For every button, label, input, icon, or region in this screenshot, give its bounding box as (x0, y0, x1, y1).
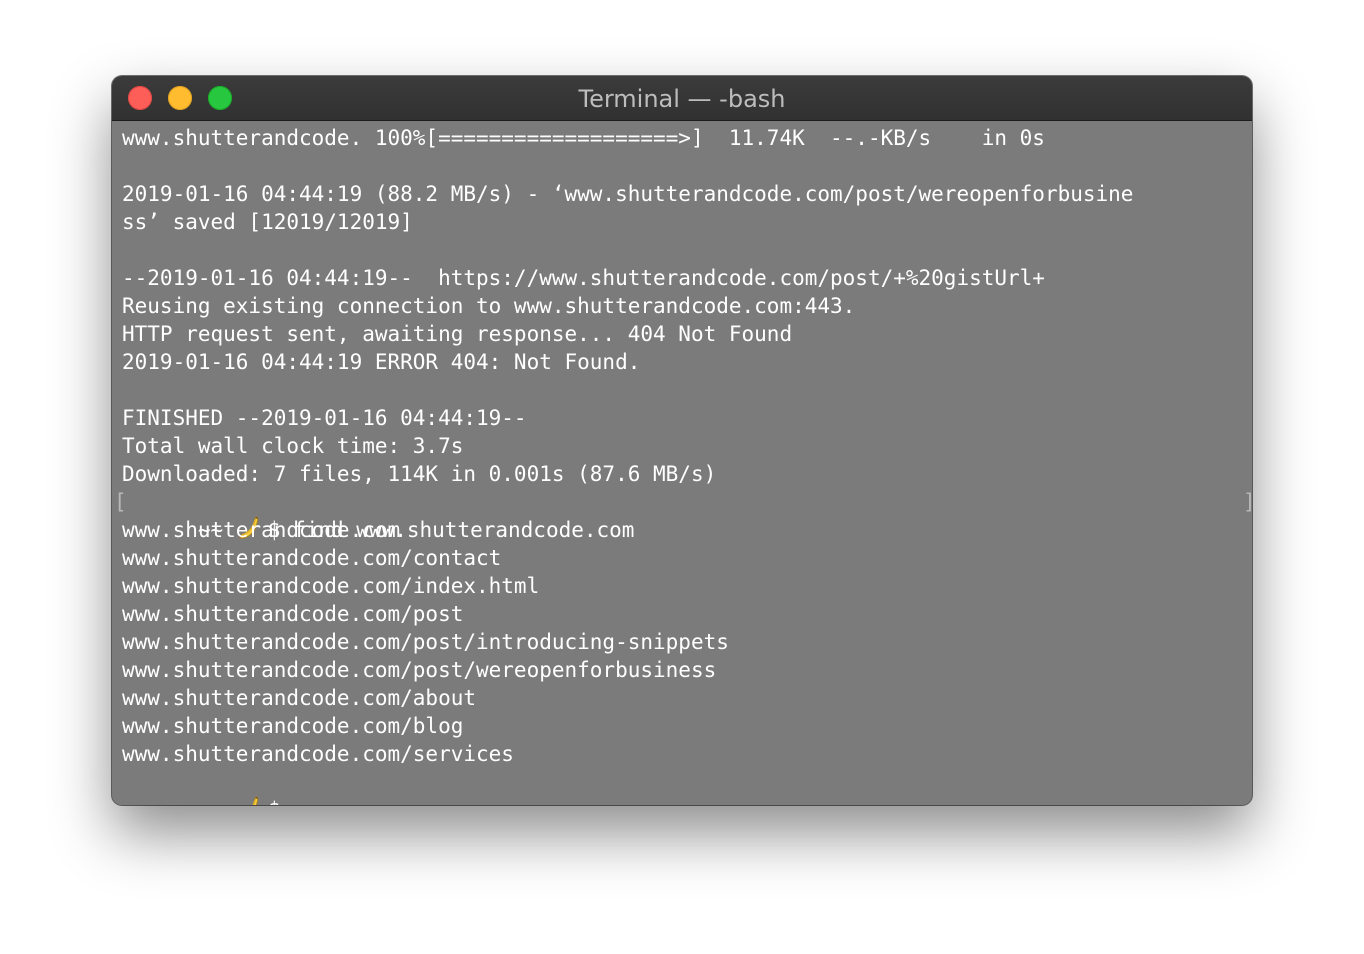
output-line: www.shutterandcode.com/index.html (122, 574, 540, 598)
output-line: www.shutterandcode.com (122, 518, 401, 542)
output-line: www.shutterandcode.com/blog (122, 714, 464, 738)
output-line: www.shutterandcode.com/contact (122, 546, 502, 570)
window-title: Terminal — -bash (578, 85, 786, 113)
terminal-line: ss’ saved [12019/12019] (122, 210, 413, 234)
terminal-line: 2019-01-16 04:44:19 ERROR 404: Not Found… (122, 350, 641, 374)
terminal-line: 2019-01-16 04:44:19 (88.2 MB/s) - ‘www.s… (122, 182, 1134, 206)
output-line: www.shutterandcode.com/post/wereopenforb… (122, 658, 717, 682)
terminal-line: Reusing existing connection to www.shutt… (122, 294, 856, 318)
output-line: www.shutterandcode.com/post (122, 602, 464, 626)
banana-icon (236, 796, 262, 805)
prompt-command: $ (268, 798, 293, 805)
title-bar[interactable]: Terminal — -bash (112, 76, 1252, 121)
terminal-line: FINISHED --2019-01-16 04:44:19-- (122, 406, 527, 430)
terminal-line: --2019-01-16 04:44:19-- https://www.shut… (122, 266, 1045, 290)
prompt-bracket-left: [ (114, 490, 127, 514)
output-line: www.shutterandcode.com/services (122, 742, 514, 766)
terminal-line: Total wall clock time: 3.7s (122, 434, 464, 458)
terminal-content[interactable]: www.shutterandcode. 100%[===============… (114, 124, 1252, 805)
terminal-line: HTTP request sent, awaiting response... … (122, 322, 793, 346)
terminal-window: Terminal — -bash www.shutterandcode. 100… (112, 76, 1252, 805)
terminal-line: Downloaded: 7 files, 114K in 0.001s (87.… (122, 462, 717, 486)
terminal-line: www.shutterandcode. 100%[===============… (122, 126, 1045, 150)
prompt-bracket-right: ] (1243, 488, 1252, 516)
prompt-prefix: ~~ (198, 798, 236, 805)
output-line: www.shutterandcode.com/post/introducing-… (122, 630, 729, 654)
prompt-line: [~~ $ find www.shutterandcode.com] (114, 488, 1252, 542)
active-prompt-line[interactable]: ~~ $ (122, 768, 1246, 805)
output-line: www.shutterandcode.com/about (122, 686, 477, 710)
